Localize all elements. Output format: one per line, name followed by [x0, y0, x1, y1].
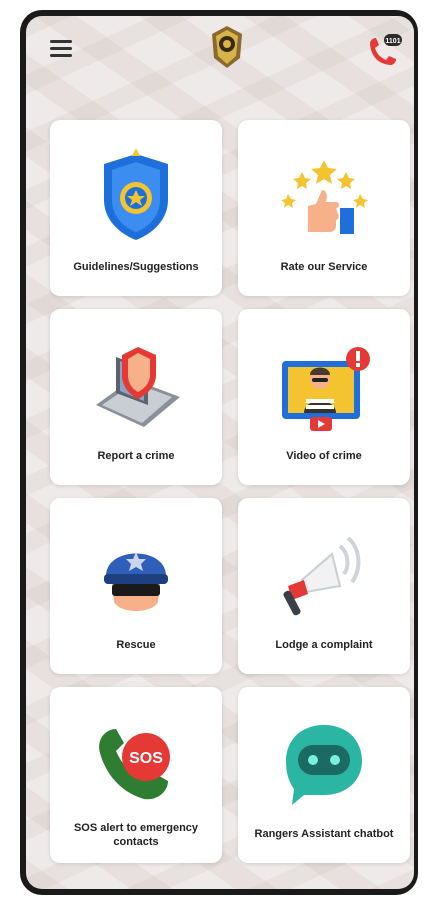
card-label: Rate our Service: [280, 261, 368, 273]
card-rate-our-service[interactable]: Rate our Service: [238, 120, 410, 296]
card-label: Report a crime: [97, 450, 175, 462]
emergency-phone-icon[interactable]: 1101: [364, 30, 404, 72]
card-sos-alert[interactable]: SOS SOS alert to emergency contacts: [50, 687, 222, 863]
card-report-a-crime[interactable]: Report a crime: [50, 309, 222, 485]
card-label: Guidelines/Suggestions: [73, 261, 199, 273]
police-badge-icon: [104, 148, 168, 240]
card-label: SOS alert to emergency contacts: [73, 822, 199, 848]
card-label: Rangers Assistant chatbot: [254, 828, 394, 840]
emergency-badge-text: 1101: [385, 38, 400, 45]
app-screen: 1101 Guidelines/Suggestions Rate our Ser…: [26, 16, 414, 889]
hamburger-menu-icon[interactable]: [50, 40, 72, 58]
card-rescue[interactable]: Rescue: [50, 498, 222, 674]
video-thief-icon: [282, 347, 370, 431]
chatbot-icon: [286, 725, 362, 805]
card-label: Video of crime: [286, 450, 362, 462]
card-label: Rescue: [116, 639, 156, 651]
card-lodge-a-complaint[interactable]: Lodge a complaint: [238, 498, 410, 674]
police-officer-icon: [104, 552, 168, 611]
card-video-of-crime[interactable]: Video of crime: [238, 309, 410, 485]
laptop-shield-icon: [96, 347, 180, 427]
card-guidelines-suggestions[interactable]: Guidelines/Suggestions: [50, 120, 222, 296]
card-rangers-assistant-chatbot[interactable]: Rangers Assistant chatbot: [238, 687, 410, 863]
card-label: Lodge a complaint: [275, 639, 373, 651]
top-bar: 1101: [26, 16, 414, 78]
rangers-emblem-icon: [212, 26, 242, 68]
thumbs-up-stars-icon: [281, 160, 368, 234]
sos-text: SOS: [129, 750, 163, 767]
megaphone-icon: [283, 536, 361, 616]
sos-phone-icon: SOS: [99, 729, 170, 800]
